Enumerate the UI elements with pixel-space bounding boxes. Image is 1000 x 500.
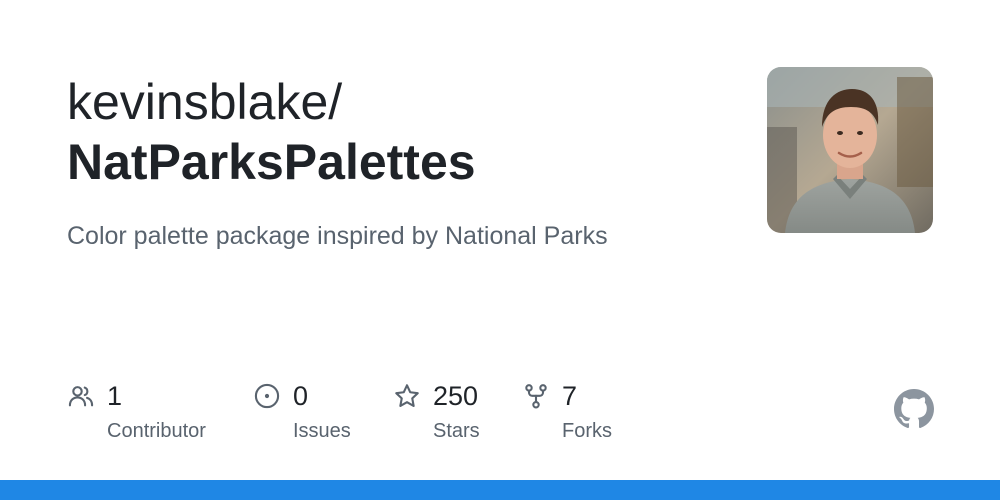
forks-label: Forks <box>562 420 612 442</box>
repo-title: kevinsblake/ NatParksPalettes <box>67 72 727 192</box>
stars-label: Stars <box>433 420 480 442</box>
people-icon <box>67 382 95 410</box>
contributors-count: 1 <box>107 381 123 411</box>
language-bar <box>0 480 1000 500</box>
repo-social-card: kevinsblake/ NatParksPalettes Color pale… <box>0 0 1000 500</box>
issue-circle-icon <box>253 382 281 410</box>
stars-count: 250 <box>433 381 479 411</box>
github-logo-icon[interactable] <box>894 389 934 429</box>
stat-issues[interactable]: 0 Issues <box>253 378 383 448</box>
issues-label: Issues <box>293 420 351 442</box>
repo-owner[interactable]: kevinsblake/ <box>67 72 727 132</box>
avatar[interactable] <box>767 67 933 233</box>
stat-forks[interactable]: 7 Forks <box>522 378 652 448</box>
repo-name[interactable]: NatParksPalettes <box>67 132 727 192</box>
issues-count: 0 <box>293 381 309 411</box>
stat-stars[interactable]: 250 Stars <box>393 378 523 448</box>
repo-stats: 1 Contributor 0 Issues 250 Stars 7 Forks <box>67 378 687 448</box>
contributors-label: Contributor <box>107 420 206 442</box>
fork-icon <box>522 382 550 410</box>
stat-contributors[interactable]: 1 Contributor <box>67 378 237 448</box>
repo-description: Color palette package inspired by Nation… <box>67 222 608 250</box>
star-icon <box>393 382 421 410</box>
forks-count: 7 <box>562 381 578 411</box>
